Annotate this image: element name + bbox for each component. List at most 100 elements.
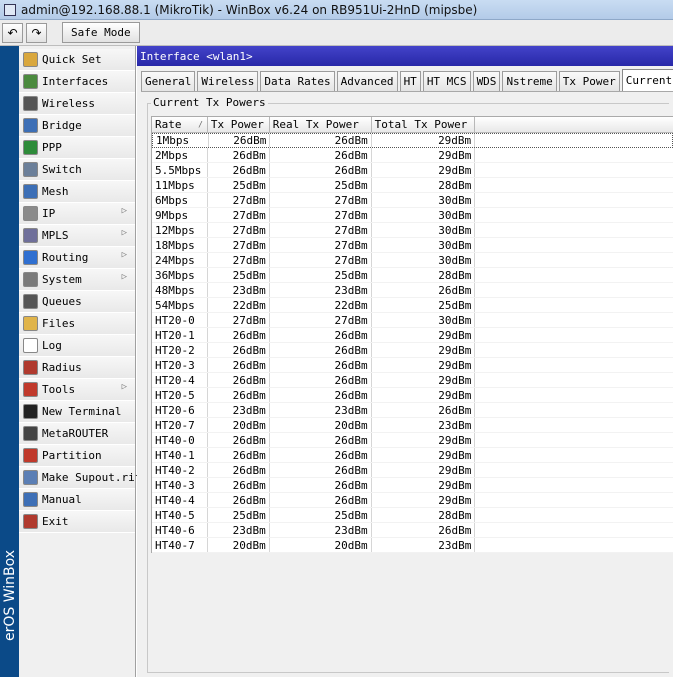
- column-header[interactable]: Total Tx Power: [372, 117, 476, 132]
- table-row[interactable]: HT40-4 26dBm 26dBm 29dBm: [152, 493, 673, 508]
- table-cell: [475, 313, 673, 327]
- winbox-app-icon: [4, 3, 16, 16]
- table-row[interactable]: HT20-6 23dBm 23dBm 26dBm: [152, 403, 673, 418]
- column-header[interactable]: Rate /: [152, 117, 208, 132]
- table-row[interactable]: 18Mbps 27dBm 27dBm 30dBm: [152, 238, 673, 253]
- table-row[interactable]: HT40-5 25dBm 25dBm 28dBm: [152, 508, 673, 523]
- sidebar-item-exit[interactable]: Exit: [19, 511, 135, 533]
- sidebar-item-ppp[interactable]: PPP: [19, 137, 135, 159]
- table-row[interactable]: HT40-0 26dBm 26dBm 29dBm: [152, 433, 673, 448]
- sidebar-item-bridge[interactable]: Bridge: [19, 115, 135, 137]
- table-cell: 29dBm: [372, 433, 476, 447]
- table-row[interactable]: 54Mbps 22dBm 22dBm 25dBm: [152, 298, 673, 313]
- table-row[interactable]: 11Mbps 25dBm 25dBm 28dBm: [152, 178, 673, 193]
- brand-text: erOS WinBox: [2, 549, 18, 641]
- column-header[interactable]: Tx Power: [208, 117, 270, 132]
- sidebar-item-ip[interactable]: IP ▷: [19, 203, 135, 225]
- table-cell: [475, 328, 673, 342]
- undo-button[interactable]: ↶: [2, 22, 23, 43]
- table-cell: 29dBm: [372, 493, 476, 507]
- table-row[interactable]: 48Mbps 23dBm 23dBm 26dBm: [152, 283, 673, 298]
- sidebar-item-queues[interactable]: Queues: [19, 291, 135, 313]
- routing-icon: [23, 250, 38, 265]
- table-row[interactable]: 5.5Mbps 26dBm 26dBm 29dBm: [152, 163, 673, 178]
- sidebar-item-radius[interactable]: Radius: [19, 357, 135, 379]
- table-row[interactable]: 36Mbps 25dBm 25dBm 28dBm: [152, 268, 673, 283]
- terminal-icon: [23, 404, 38, 419]
- interface-window: Interface <wlan1> General Wireless Data Ra…: [137, 46, 673, 677]
- sidebar-item-make-supout-rif[interactable]: Make Supout.rif: [19, 467, 141, 489]
- table-row[interactable]: HT40-7 20dBm 20dBm 23dBm: [152, 538, 673, 553]
- sidebar-item-switch[interactable]: Switch: [19, 159, 135, 181]
- table-row[interactable]: 9Mbps 27dBm 27dBm 30dBm: [152, 208, 673, 223]
- submenu-arrow-icon: ▷: [121, 250, 127, 260]
- table-cell: HT40-6: [152, 523, 208, 537]
- table-cell: 29dBm: [372, 358, 476, 372]
- table-cell: 26dBm: [208, 148, 270, 162]
- table-row[interactable]: HT20-0 27dBm 27dBm 30dBm: [152, 313, 673, 328]
- tab-ht-mcs[interactable]: HT MCS: [422, 71, 471, 91]
- table-cell: 26dBm: [372, 283, 476, 297]
- sidebar-item-wireless[interactable]: Wireless: [19, 93, 135, 115]
- table-row[interactable]: HT20-7 20dBm 20dBm 23dBm: [152, 418, 673, 433]
- table-cell: 22dBm: [208, 298, 270, 312]
- table-cell: HT20-6: [152, 403, 208, 417]
- table-cell: HT40-1: [152, 448, 208, 462]
- table-row[interactable]: 24Mbps 27dBm 27dBm 30dBm: [152, 253, 673, 268]
- table-row[interactable]: HT20-2 26dBm 26dBm 29dBm: [152, 343, 673, 358]
- table-row[interactable]: 1Mbps 26dBm 26dBm 29dBm: [152, 133, 673, 148]
- sidebar-item-mesh[interactable]: Mesh: [19, 181, 135, 203]
- table-cell: [475, 523, 673, 537]
- table-row[interactable]: HT40-2 26dBm 26dBm 29dBm: [152, 463, 673, 478]
- table-cell: [475, 493, 673, 507]
- sidebar-item-new-terminal[interactable]: New Terminal: [19, 401, 135, 423]
- redo-button[interactable]: ↷: [26, 22, 47, 43]
- column-header[interactable]: Real Tx Power: [270, 117, 372, 132]
- column-header-label: Real Tx Power: [272, 118, 359, 131]
- table-row[interactable]: HT20-1 26dBm 26dBm 29dBm: [152, 328, 673, 343]
- table-cell: [475, 388, 673, 402]
- sidebar-item-interfaces[interactable]: Interfaces: [19, 71, 135, 93]
- table-row[interactable]: 2Mbps 26dBm 26dBm 29dBm: [152, 148, 673, 163]
- sidebar-item-log[interactable]: Log: [19, 335, 135, 357]
- table-cell: 29dBm: [372, 148, 476, 162]
- table-row[interactable]: HT40-3 26dBm 26dBm 29dBm: [152, 478, 673, 493]
- tx-power-table[interactable]: Rate / Tx Power Real Tx Power Total Tx Power…: [151, 116, 673, 553]
- table-row[interactable]: 12Mbps 27dBm 27dBm 30dBm: [152, 223, 673, 238]
- sidebar-item-manual[interactable]: Manual: [19, 489, 135, 511]
- tab-wds[interactable]: WDS: [472, 71, 501, 91]
- sidebar-item-routing[interactable]: Routing ▷: [19, 247, 135, 269]
- tab-data-rates[interactable]: Data Rates: [260, 71, 335, 91]
- sidebar-item-mpls[interactable]: MPLS ▷: [19, 225, 135, 247]
- sidebar-item-partition[interactable]: Partition: [19, 445, 135, 467]
- table-cell: HT20-5: [152, 388, 208, 402]
- sidebar-item-label: Quick Set: [42, 53, 102, 66]
- table-row[interactable]: HT20-4 26dBm 26dBm 29dBm: [152, 373, 673, 388]
- table-row[interactable]: HT40-6 23dBm 23dBm 26dBm: [152, 523, 673, 538]
- sidebar-item-system[interactable]: System ▷: [19, 269, 135, 291]
- sidebar-item-metarouter[interactable]: MetaROUTER: [19, 423, 135, 445]
- sidebar-item-quick-set[interactable]: Quick Set: [19, 49, 135, 71]
- tab-advanced[interactable]: Advanced: [336, 71, 398, 91]
- sidebar-item-files[interactable]: Files: [19, 313, 135, 335]
- tab-ht[interactable]: HT: [399, 71, 421, 91]
- tab-tx-power[interactable]: Tx Power: [558, 71, 620, 91]
- table-row[interactable]: 6Mbps 27dBm 27dBm 30dBm: [152, 193, 673, 208]
- tab-general[interactable]: General: [141, 71, 196, 91]
- column-header[interactable]: [475, 117, 673, 132]
- table-cell: 28dBm: [372, 268, 476, 282]
- table-cell: HT20-3: [152, 358, 208, 372]
- tab-bar: General Wireless Data Rates Advanced HT HT MC…: [137, 69, 673, 91]
- table-row[interactable]: HT20-3 26dBm 26dBm 29dBm: [152, 358, 673, 373]
- table-row[interactable]: HT40-1 26dBm 26dBm 29dBm: [152, 448, 673, 463]
- table-cell: 11Mbps: [152, 178, 208, 192]
- tab-wireless[interactable]: Wireless: [197, 71, 259, 91]
- table-cell: 27dBm: [270, 193, 372, 207]
- tab-nstreme[interactable]: Nstreme: [502, 71, 557, 91]
- wireless-icon: [23, 96, 38, 111]
- sidebar-item-tools[interactable]: Tools ▷: [19, 379, 135, 401]
- safe-mode-button[interactable]: Safe Mode: [62, 22, 140, 43]
- table-row[interactable]: HT20-5 26dBm 26dBm 29dBm: [152, 388, 673, 403]
- table-cell: 25dBm: [208, 178, 270, 192]
- tab-current-tx[interactable]: Current Tx: [621, 69, 673, 91]
